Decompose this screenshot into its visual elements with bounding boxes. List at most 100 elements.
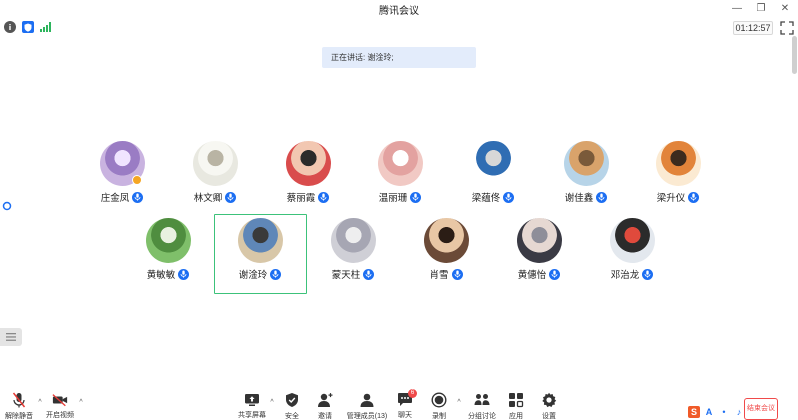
speaking-indicator: 正在讲话: 谢淦玲; (322, 47, 476, 68)
participant-label: 邓治龙 (587, 267, 677, 281)
close-icon[interactable]: ✕ (778, 2, 792, 16)
participant-tile[interactable]: 谢佳鑫 (541, 141, 631, 217)
chat-label: 聊天 (398, 412, 412, 419)
sogou-icon[interactable]: S (688, 406, 700, 418)
shield-check-icon (284, 392, 300, 408)
mic-icon (225, 191, 237, 203)
mic-icon (178, 268, 190, 280)
breakout-icon (474, 392, 490, 408)
participant-label: 肖雪 (401, 267, 491, 281)
avatar (656, 141, 701, 186)
settings-button[interactable]: 设置 (526, 392, 572, 420)
end-meeting-button[interactable]: 结束会议 (744, 398, 778, 420)
participant-name: 黄僡怡 (517, 270, 547, 281)
ime-mode-icon[interactable]: A (703, 406, 715, 418)
mic-icon (318, 191, 330, 203)
list-toggle-icon[interactable] (0, 328, 22, 346)
chat-bubble-icon: 6 (397, 389, 417, 407)
participant-tile[interactable]: 蔡丽霞 (263, 141, 353, 217)
participant-label: 谢佳鑫 (541, 190, 631, 204)
mic-icon (503, 191, 515, 203)
start-video-label: 开启视频 (46, 412, 74, 419)
float-dot-icon[interactable] (2, 198, 12, 211)
people-icon (359, 392, 375, 408)
avatar (378, 141, 423, 186)
info-icon[interactable] (4, 21, 16, 33)
avatar (331, 218, 376, 263)
restore-icon[interactable]: ❐ (754, 2, 768, 16)
camera-off-icon (52, 392, 68, 407)
participant-label: 蒙天柱 (308, 267, 398, 281)
participant-name: 肖雪 (429, 270, 449, 281)
avatar (471, 141, 516, 186)
participant-tile[interactable]: 林文卿 (170, 141, 260, 217)
participant-name: 温丽珊 (378, 193, 408, 204)
share-screen-icon (244, 392, 260, 407)
bottom-toolbar: 解除静音 ^ 开启视频 ^ 共享屏幕 ^ 安全 邀请 管理成员(13) 6 聊天… (0, 389, 798, 420)
record-label: 录制 (432, 413, 446, 420)
settings-label: 设置 (542, 413, 556, 420)
fullscreen-icon[interactable] (780, 21, 794, 35)
participant-tile[interactable]: 肖雪 (401, 218, 491, 294)
participant-name: 邓治龙 (610, 270, 640, 281)
mic-icon (363, 268, 375, 280)
participant-name: 黄敏敏 (146, 270, 176, 281)
participant-tile[interactable]: 黄敏敏 (123, 218, 213, 294)
avatar (517, 218, 562, 263)
mic-icon (642, 268, 654, 280)
host-badge-icon (132, 175, 142, 185)
avatar (564, 141, 609, 186)
mic-off-icon (11, 392, 27, 408)
gear-icon (541, 392, 557, 408)
avatar (286, 141, 331, 186)
participant-label: 黄僡怡 (494, 267, 584, 281)
mic-icon (451, 268, 463, 280)
invite-label: 邀请 (318, 413, 332, 420)
participant-tile[interactable]: 黄僡怡 (494, 218, 584, 294)
meeting-window: 腾讯会议 — ❐ ✕ 01:12:57 正在讲话: 谢淦玲; 庄金凤 林文卿 蔡丽霞… (0, 0, 798, 420)
share-screen-label: 共享屏幕 (238, 412, 266, 419)
minimize-icon[interactable]: — (730, 2, 744, 16)
participant-tile[interactable]: 蒙天柱 (308, 218, 398, 294)
participant-label: 温丽珊 (355, 190, 445, 204)
record-icon (431, 392, 447, 408)
participant-tile[interactable]: 梁蕴佟 (448, 141, 538, 217)
participant-name: 蔡丽霞 (286, 193, 316, 204)
participant-name: 谢佳鑫 (564, 193, 594, 204)
participant-tile[interactable]: 庄金凤 (77, 141, 167, 217)
window-title: 腾讯会议 (379, 6, 419, 17)
mic-icon (596, 191, 608, 203)
scrollbar[interactable] (792, 36, 797, 74)
mic-icon (549, 268, 561, 280)
meeting-timer: 01:12:57 (733, 21, 773, 35)
mic-icon (410, 191, 422, 203)
participant-label: 梁蕴佟 (448, 190, 538, 204)
participant-name: 蒙天柱 (331, 270, 361, 281)
participant-name: 林文卿 (193, 193, 223, 204)
avatar (193, 141, 238, 186)
status-icons (4, 21, 52, 33)
security-label: 安全 (285, 413, 299, 420)
unmute-label: 解除静音 (5, 413, 33, 420)
avatar (610, 218, 655, 263)
add-person-icon (317, 392, 333, 408)
video-options-icon[interactable]: ^ (77, 399, 85, 407)
apps-label: 应用 (509, 413, 523, 420)
participant-tile[interactable]: 梁升仪 (633, 141, 723, 217)
participant-label: 林文卿 (170, 190, 260, 204)
participant-name: 梁蕴佟 (471, 193, 501, 204)
participant-tile[interactable]: 邓治龙 (587, 218, 677, 294)
avatar (424, 218, 469, 263)
participant-label: 庄金凤 (77, 190, 167, 204)
mic-icon (132, 191, 144, 203)
participant-name: 梁升仪 (656, 193, 686, 204)
title-bar: 腾讯会议 — ❐ ✕ (0, 0, 798, 19)
participant-name: 庄金凤 (100, 193, 130, 204)
signal-icon[interactable] (40, 21, 52, 33)
shield-icon[interactable] (22, 21, 34, 33)
ime-punct-icon[interactable]: • (718, 406, 730, 418)
apps-grid-icon (508, 392, 524, 408)
avatar (146, 218, 191, 263)
participant-tile[interactable]: 温丽珊 (355, 141, 445, 217)
breakout-label: 分组讨论 (468, 413, 496, 420)
